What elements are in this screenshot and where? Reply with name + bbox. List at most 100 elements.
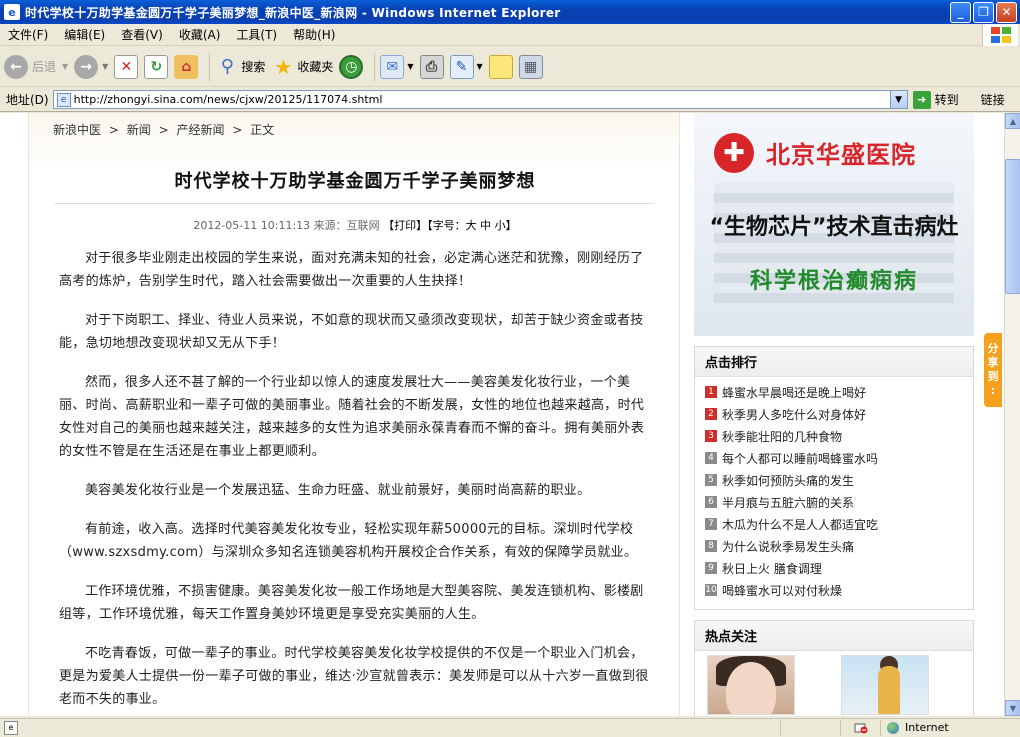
chevron-down-icon[interactable]: ▼ <box>102 62 108 71</box>
security-zone[interactable]: Internet <box>880 719 1020 736</box>
chevron-down-icon[interactable]: ▼ <box>477 62 483 71</box>
breadcrumb-link-zhongyi[interactable]: 新浪中医 <box>53 123 101 137</box>
click-ranking-box: 点击排行 1 蜂蜜水早晨喝还是晚上喝好 2 秋季男人多吃什么对身体好 3 秋季能壮阳的… <box>694 346 974 610</box>
maximize-button[interactable]: ❐ <box>973 1 994 23</box>
menu-help[interactable]: 帮助(H) <box>285 26 343 43</box>
ranking-item[interactable]: 8 为什么说秋季易发生头痛 <box>705 535 973 557</box>
print-link[interactable]: 【打印】 <box>383 219 427 232</box>
menu-view[interactable]: 查看(V) <box>113 26 171 43</box>
ranking-item[interactable]: 1 蜂蜜水早晨喝还是晚上喝好 <box>705 381 973 403</box>
back-arrow-icon: ← <box>4 54 28 79</box>
status-bar: e Internet <box>0 718 1020 736</box>
article-paragraph: 对于很多毕业刚走出校园的学生来说，面对充满未知的社会，必定满心迷茫和犹豫，刚刚经… <box>59 251 644 289</box>
ranking-item[interactable]: 2 秋季男人多吃什么对身体好 <box>705 403 973 425</box>
ad-line-2: 科学根治癫痫病 <box>749 269 918 294</box>
back-button[interactable]: ← 后退 ▼ <box>4 54 68 79</box>
hot-focus-title: 热点关注 <box>695 621 973 651</box>
discuss-button[interactable]: ■ <box>488 54 513 79</box>
article-paragraph: 对于下岗职工、择业、待业人员来说，不如意的现状而又亟须改变现状，却苦于缺少资金或… <box>59 313 644 351</box>
menu-bar: 文件(F) 编辑(E) 查看(V) 收藏(A) 工具(T) 帮助(H) <box>0 24 1020 46</box>
history-button[interactable]: ◷ <box>339 54 364 79</box>
windows-logo-icon <box>982 24 1018 46</box>
globe-icon <box>887 721 899 734</box>
edit-button[interactable]: ✎ ▼ <box>449 54 483 79</box>
history-icon: ◷ <box>339 54 364 79</box>
ranking-item[interactable]: 7 木瓜为什么不是人人都适宜吃 <box>705 513 973 535</box>
scroll-up-icon[interactable]: ▲ <box>1005 113 1020 129</box>
links-button[interactable]: 链接 <box>981 91 1005 108</box>
menu-tools[interactable]: 工具(T) <box>228 26 285 43</box>
blocked-popup-icon[interactable] <box>840 719 880 736</box>
menu-favorites[interactable]: 收藏(A) <box>171 26 229 43</box>
chevron-down-icon[interactable]: ▼ <box>407 62 413 71</box>
stop-icon: ✕ <box>114 54 139 79</box>
font-size-links[interactable]: 【字号：大 中 小】 <box>427 219 517 232</box>
ranking-item[interactable]: 5 秋季如何预防头痛的发生 <box>705 469 973 491</box>
page-content: 新浪中医 > 新闻 > 产经新闻 > 正文 时代学校十万助学基金圆万千学子美丽梦… <box>0 113 1004 716</box>
article-title: 时代学校十万助学基金圆万千学子美丽梦想 <box>174 171 536 192</box>
address-dropdown-icon[interactable]: ▼ <box>889 91 907 108</box>
ranking-item[interactable]: 9 秋日上火 膳食调理 <box>705 557 973 579</box>
vertical-scrollbar[interactable]: ▲ ▼ <box>1004 113 1020 716</box>
ie-app-icon: e <box>4 4 20 20</box>
edit-page-icon: ✎ <box>449 54 474 79</box>
breadcrumb-link-industry[interactable]: 产经新闻 <box>176 123 224 137</box>
article-paragraph: 不吃青春饭，可做一辈子的事业。时代学校美容美发化妆学校提供的不仅是一个职业入门机… <box>59 646 649 707</box>
scroll-down-icon[interactable]: ▼ <box>1005 700 1020 716</box>
address-bar: 地址(D) e http://zhongyi.sina.com/news/cjx… <box>0 88 1020 112</box>
page-status-icon: e <box>4 720 18 735</box>
research-button[interactable]: ▦ <box>518 54 543 79</box>
ranking-item[interactable]: 4 每个人都可以睡前喝蜂蜜水吗 <box>705 447 973 469</box>
research-icon: ▦ <box>518 54 543 79</box>
photo-face <box>726 662 776 714</box>
hospital-ad-banner[interactable]: ✚ 北京华盛医院 “生物芯片”技术直击病灶 科学根治癫痫病 <box>694 113 974 336</box>
share-dots: : <box>990 384 996 397</box>
menu-file[interactable]: 文件(F) <box>0 26 56 43</box>
article-paragraph: 美容美发化妆行业是一个发展迅猛、生命力旺盛、就业前景好，美丽时尚高薪的职业。 <box>85 483 591 498</box>
mail-button[interactable]: ✉ ▼ <box>380 54 414 79</box>
search-icon: ⚲ <box>220 56 234 77</box>
zone-label: Internet <box>905 721 949 734</box>
ad-line-1: “生物芯片”技术直击病灶 <box>709 215 959 240</box>
article-date-source: 2012-05-11 10:11:13 来源：互联网 <box>193 219 380 232</box>
ranking-item[interactable]: 10 喝蜂蜜水可以对付秋燥 <box>705 579 973 601</box>
status-cells: Internet <box>780 719 1020 737</box>
print-button[interactable]: ⎙ <box>419 54 444 79</box>
breadcrumb-sep: > <box>232 123 243 137</box>
note-icon: ■ <box>488 54 513 79</box>
address-label: 地址(D) <box>6 93 49 107</box>
favorites-button[interactable]: ★ 收藏夹 <box>271 55 333 79</box>
hot-photo-woman-face[interactable] <box>707 655 795 715</box>
chevron-down-icon[interactable]: ▼ <box>62 62 68 71</box>
ranking-item[interactable]: 3 秋季能壮阳的几种食物 <box>705 425 973 447</box>
refresh-button[interactable]: ↻ <box>144 54 169 79</box>
title-divider <box>55 203 655 204</box>
hot-focus-box: 热点关注 <box>694 620 974 716</box>
scroll-thumb[interactable] <box>1005 159 1020 294</box>
article-body: 对于很多毕业刚走出校园的学生来说，面对充满未知的社会，必定满心迷茫和犹豫，刚刚经… <box>59 247 651 716</box>
star-icon: ★ <box>274 54 293 79</box>
ranking-list: 1 蜂蜜水早晨喝还是晚上喝好 2 秋季男人多吃什么对身体好 3 秋季能壮阳的几种食物 … <box>695 377 973 601</box>
hot-photo-woman-stretch[interactable] <box>841 655 929 715</box>
menu-edit[interactable]: 编辑(E) <box>56 26 113 43</box>
address-input[interactable]: e http://zhongyi.sina.com/news/cjxw/2012… <box>52 90 908 109</box>
article-paragraph: 有前途，收入高。选择时代美容美发化妆专业，轻松实现年薪50000元的目标。深圳时… <box>59 522 638 560</box>
search-button[interactable]: ⚲ 搜索 <box>215 55 266 79</box>
go-button[interactable]: ➜ 转到 <box>912 90 959 109</box>
standard-toolbar: ← 后退 ▼ → ▼ ✕ ↻ ⌂ ⚲ 搜索 ★ 收藏夹 ◷ ✉ ▼ ⎙ ✎ ▼ … <box>0 47 1020 87</box>
stop-button[interactable]: ✕ <box>114 54 139 79</box>
close-button[interactable]: ✕ <box>996 1 1017 23</box>
article-meta: 2012-05-11 10:11:13 来源：互联网 【打印】【字号：大 中 小… <box>29 217 681 233</box>
breadcrumb: 新浪中医 > 新闻 > 产经新闻 > 正文 <box>53 121 278 138</box>
breadcrumb-link-news[interactable]: 新闻 <box>127 123 151 137</box>
mail-icon: ✉ <box>380 54 405 79</box>
article-paragraph: 然而，很多人还不甚了解的一个行业却以惊人的速度发展壮大——美容美发化妆行业，一个… <box>59 375 645 459</box>
address-url[interactable]: http://zhongyi.sina.com/news/cjxw/20125/… <box>74 93 383 106</box>
home-button[interactable]: ⌂ <box>174 54 199 79</box>
forward-button[interactable]: → ▼ <box>74 54 108 79</box>
ranking-item[interactable]: 6 半月痕与五脏六腑的关系 <box>705 491 973 513</box>
refresh-icon: ↻ <box>144 54 169 79</box>
share-to-tab[interactable]: 分 享 到 : <box>984 333 1002 407</box>
minimize-button[interactable]: _ <box>950 1 971 23</box>
red-cross-logo-icon: ✚ <box>714 133 754 173</box>
